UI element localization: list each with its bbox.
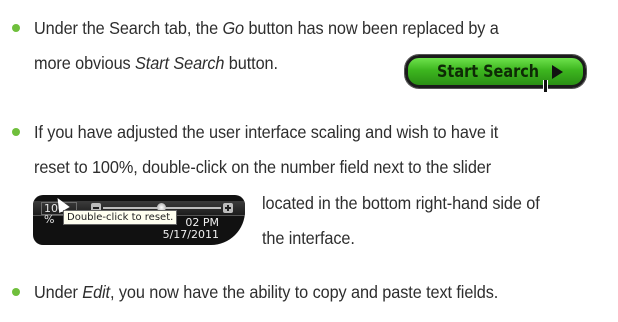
plus-icon[interactable] bbox=[223, 203, 233, 213]
bullet-2-line-1: If you have adjusted the user interface … bbox=[34, 122, 499, 142]
start-search-label: Start Search bbox=[436, 61, 540, 82]
zoom-slider-screenshot: 100 % 02 PM 5/17/2011 Double-click to re… bbox=[33, 195, 245, 245]
bullet-2 bbox=[12, 128, 20, 136]
text-cursor-icon bbox=[543, 80, 548, 92]
play-icon bbox=[552, 64, 564, 79]
bullet-1-line-1: Under the Search tab, the Go button has … bbox=[34, 18, 499, 38]
reset-tooltip: Double-click to reset. bbox=[63, 210, 178, 225]
bullet-2-line-4: the interface. bbox=[262, 228, 355, 248]
bullet-1-line-2: more obvious Start Search button. bbox=[34, 53, 278, 73]
bullet-1 bbox=[12, 24, 20, 32]
bullet-2-line-2: reset to 100%, double-click on the numbe… bbox=[34, 157, 492, 177]
bullet-3-line-1: Under Edit, you now have the ability to … bbox=[34, 282, 499, 302]
bullet-3 bbox=[12, 288, 20, 296]
clock-date: 5/17/2011 bbox=[162, 228, 219, 241]
bullet-2-line-3: located in the bottom right-hand side of bbox=[262, 193, 540, 213]
start-search-button[interactable]: Start Search bbox=[405, 55, 586, 88]
